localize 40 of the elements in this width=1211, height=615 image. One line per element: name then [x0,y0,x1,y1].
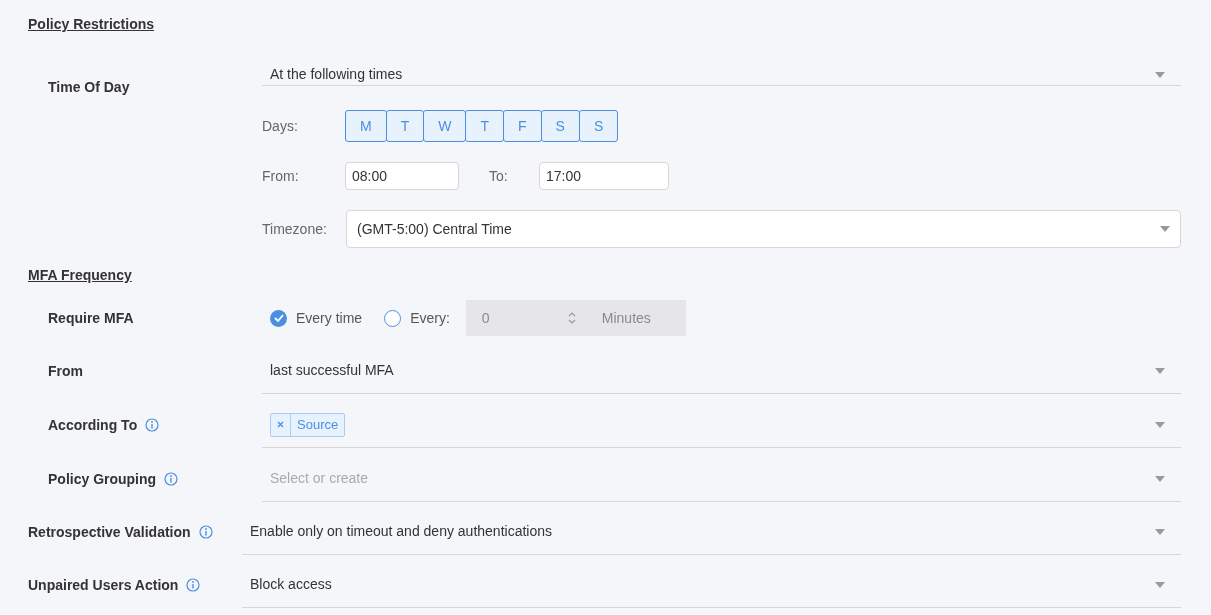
caret-icon [1155,71,1165,78]
dropdown-select[interactable]: last successful MFA [262,348,1181,394]
caret-icon [1155,581,1165,588]
field-label: Require MFA [48,308,135,328]
timezone-label: Timezone: [262,219,328,239]
days-label: Days: [262,116,299,136]
field-label: Policy Grouping [48,469,157,489]
from-label: From: [262,166,300,186]
radio-option[interactable]: Every: [384,307,450,329]
field-label: From [48,361,83,381]
to-label: To: [489,166,509,186]
field-label: According To [48,415,138,435]
timezone-select[interactable]: (GMT-5:00) Central Time [346,210,1181,248]
day-toggle[interactable]: F [503,110,542,142]
field-label: Unpaired Users Action [28,575,179,595]
from-time-field[interactable]: 08:00 [345,162,459,190]
to-time-field[interactable]: 17:00 [539,162,669,190]
tags-select[interactable]: Source [262,402,1181,448]
remove-icon[interactable] [277,421,284,428]
day-toggle[interactable]: T [385,110,425,142]
radio-option[interactable]: Every time [270,307,363,329]
section-heading: Policy Restrictions [28,15,155,34]
caret-icon [1155,528,1165,535]
day-toggle[interactable]: T [465,110,504,142]
caret-icon [1155,475,1165,482]
caret-icon [1155,367,1165,374]
day-toggle[interactable]: M [345,110,387,142]
field-label: Retrospective Validation [28,522,191,542]
field-label: Time Of Day [48,77,130,97]
caret-icon [1155,421,1165,428]
time-select[interactable]: At the following times [262,64,1181,86]
dropdown-select[interactable]: Enable only on timeout and deny authentications [242,509,1181,555]
tag-chip[interactable]: Source [270,412,346,437]
dropdown-select[interactable]: Block access [242,562,1181,608]
day-toggle[interactable]: W [423,110,467,142]
section-heading: MFA Frequency [28,266,132,285]
dropdown-select[interactable]: Select or create [262,456,1181,502]
day-toggle[interactable]: S [540,110,580,142]
day-toggle[interactable]: S [578,110,619,142]
caret-icon [1160,226,1170,232]
